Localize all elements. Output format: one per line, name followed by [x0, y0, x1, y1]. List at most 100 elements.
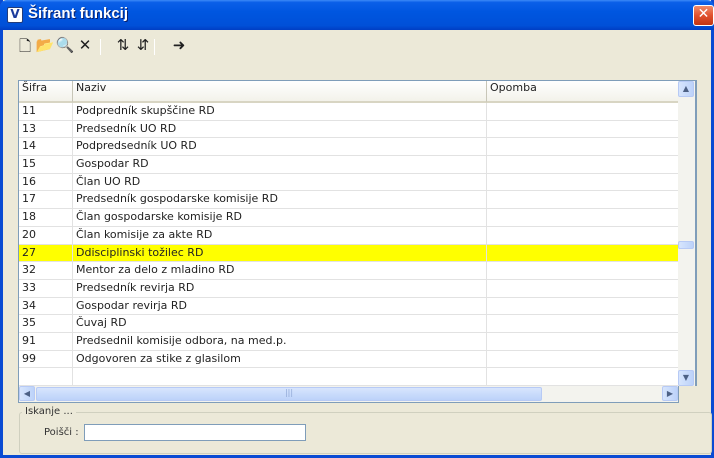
- search-label: Poišči :: [44, 427, 79, 438]
- open-folder-button[interactable]: 📂: [34, 36, 56, 58]
- cell-opomba[interactable]: [487, 121, 696, 138]
- cell-naziv[interactable]: Predsednil komisije odbora, na med.p.: [73, 332, 487, 350]
- vertical-scroll-thumb[interactable]: [678, 241, 694, 249]
- table-row[interactable]: 35 Čuvaj RD: [19, 315, 696, 333]
- cell-naziv[interactable]: Član UO RD: [73, 173, 487, 191]
- cell-opomba[interactable]: [487, 174, 696, 191]
- cell-opomba[interactable]: [487, 245, 696, 262]
- cell-naziv[interactable]: Predsedník gospodarske komisije RD: [73, 191, 487, 209]
- cell-opomba[interactable]: [487, 227, 696, 244]
- data-grid[interactable]: Šifra Naziv Opomba 11 Podpredník skupščin…: [18, 80, 697, 387]
- cell-naziv[interactable]: Mentor za delo z mladino RD: [73, 262, 487, 279]
- cell-sifra[interactable]: 33: [19, 279, 73, 297]
- cell-opomba[interactable]: [487, 209, 696, 226]
- cell-naziv[interactable]: Predsedník revirja RD: [73, 279, 487, 297]
- cell-sifra[interactable]: 11: [19, 103, 73, 120]
- table-row[interactable]: 34 Gospodar revirja RD: [19, 297, 696, 316]
- new-icon: 🗋: [18, 37, 32, 55]
- cell-opomba[interactable]: [487, 298, 696, 315]
- cell-sifra[interactable]: 17: [19, 191, 73, 209]
- cell-opomba[interactable]: [487, 280, 696, 297]
- column-header-sifra[interactable]: Šifra: [19, 81, 73, 103]
- window-title: Šifrant funkcij: [28, 5, 129, 22]
- cell-naziv[interactable]: Član gospodarske komisije RD: [73, 209, 487, 226]
- table-row[interactable]: 91 Predsednil komisije odbora, na med.p.: [19, 332, 696, 351]
- open-folder-icon: 📂: [35, 36, 55, 54]
- table-row[interactable]: 20 Član komisije za akte RD: [19, 226, 696, 245]
- column-header-naziv[interactable]: Naziv: [73, 81, 487, 103]
- table-row[interactable]: 14 Podpredsedník UO RD: [19, 138, 696, 157]
- cell-naziv[interactable]: Ddisciplinski tožilec RD: [73, 244, 487, 262]
- horizontal-scrollbar[interactable]: ◀ ||| ▶: [18, 386, 679, 403]
- table-row[interactable]: 18 Član gospodarske komisije RD: [19, 209, 696, 227]
- delete-button[interactable]: ✕: [74, 36, 96, 58]
- cell-sifra[interactable]: 13: [19, 120, 73, 138]
- table-row[interactable]: 16 Član UO RD: [19, 173, 696, 192]
- scroll-down-button[interactable]: ▼: [678, 370, 694, 386]
- close-button[interactable]: ✕: [693, 5, 714, 26]
- close-icon: ✕: [697, 6, 710, 22]
- scroll-right-icon: ▶: [666, 389, 674, 398]
- table-row[interactable]: [19, 368, 696, 386]
- table-row[interactable]: 33 Predsedník revirja RD: [19, 279, 696, 298]
- cell-naziv[interactable]: Gospodar revirja RD: [73, 297, 487, 315]
- cell-sifra[interactable]: 20: [19, 226, 73, 244]
- cell-sifra[interactable]: 35: [19, 315, 73, 332]
- table-row[interactable]: 27 Ddisciplinski tožilec RD: [19, 244, 696, 263]
- table-row[interactable]: 32 Mentor za delo z mladino RD: [19, 262, 696, 280]
- scroll-right-button[interactable]: ▶: [662, 386, 678, 401]
- cell-sifra[interactable]: 32: [19, 262, 73, 279]
- cell-naziv[interactable]: Član komisije za akte RD: [73, 226, 487, 244]
- cell-opomba[interactable]: [487, 262, 696, 279]
- column-header-opomba[interactable]: Opomba: [487, 81, 696, 103]
- cell-sifra[interactable]: 15: [19, 156, 73, 173]
- sort-descending-button[interactable]: ⇵: [132, 36, 154, 58]
- cell-sifra[interactable]: [19, 368, 73, 385]
- cell-sifra[interactable]: 27: [19, 244, 73, 262]
- cell-sifra[interactable]: 18: [19, 209, 73, 226]
- delete-icon: ✕: [78, 36, 92, 54]
- cell-naziv[interactable]: Gospodar RD: [73, 156, 487, 173]
- cell-opomba[interactable]: [487, 333, 696, 350]
- sort-ascending-button[interactable]: ⇅: [112, 36, 134, 58]
- cell-opomba[interactable]: [487, 351, 696, 368]
- cell-naziv[interactable]: [73, 368, 487, 385]
- horizontal-scroll-thumb[interactable]: |||: [36, 387, 542, 401]
- cell-naziv[interactable]: Odgovoren za stike z glasilom: [73, 350, 487, 368]
- find-icon: 🔍: [55, 36, 75, 54]
- cell-sifra[interactable]: 34: [19, 297, 73, 315]
- cell-naziv[interactable]: Predsedník UO RD: [73, 120, 487, 138]
- toolbar-separator: [154, 39, 155, 55]
- cell-sifra[interactable]: 99: [19, 350, 73, 368]
- new-button[interactable]: 🗋: [14, 36, 36, 58]
- table-row[interactable]: 99 Odgovoren za stike z glasilom: [19, 350, 696, 369]
- scroll-left-button[interactable]: ◀: [19, 386, 35, 401]
- table-row[interactable]: 13 Predsedník UO RD: [19, 120, 696, 139]
- scroll-grip-icon: |||: [284, 388, 294, 397]
- table-row[interactable]: 17 Predsedník gospodarske komisije RD: [19, 191, 696, 210]
- cell-opomba[interactable]: [487, 156, 696, 173]
- find-button[interactable]: 🔍: [54, 36, 76, 58]
- cell-opomba[interactable]: [487, 138, 696, 155]
- cell-opomba[interactable]: [487, 315, 696, 332]
- cell-sifra[interactable]: 16: [19, 173, 73, 191]
- exit-button[interactable]: ➜: [168, 36, 190, 58]
- scroll-down-icon: ▼: [682, 373, 690, 382]
- cell-sifra[interactable]: 91: [19, 332, 73, 350]
- vertical-scrollbar[interactable]: ▲ ▼: [678, 80, 696, 387]
- cell-opomba[interactable]: [487, 191, 696, 208]
- title-bar[interactable]: V Šifrant funkcij ✕: [0, 0, 714, 30]
- table-row[interactable]: 11 Podpredník skupščine RD: [19, 103, 696, 121]
- cell-opomba[interactable]: [487, 103, 696, 120]
- cell-naziv[interactable]: Podpredsedník UO RD: [73, 138, 487, 156]
- cell-naziv[interactable]: Podpredník skupščine RD: [73, 103, 487, 120]
- scroll-up-button[interactable]: ▲: [678, 81, 694, 97]
- search-group-title: Iskanje ...: [22, 406, 76, 417]
- table-row[interactable]: 15 Gospodar RD: [19, 156, 696, 174]
- cell-sifra[interactable]: 14: [19, 138, 73, 156]
- sort-descending-icon: ⇵: [136, 36, 150, 54]
- cell-opomba[interactable]: [487, 368, 696, 385]
- app-icon: V: [7, 7, 23, 23]
- search-input[interactable]: [84, 424, 306, 441]
- cell-naziv[interactable]: Čuvaj RD: [73, 315, 487, 332]
